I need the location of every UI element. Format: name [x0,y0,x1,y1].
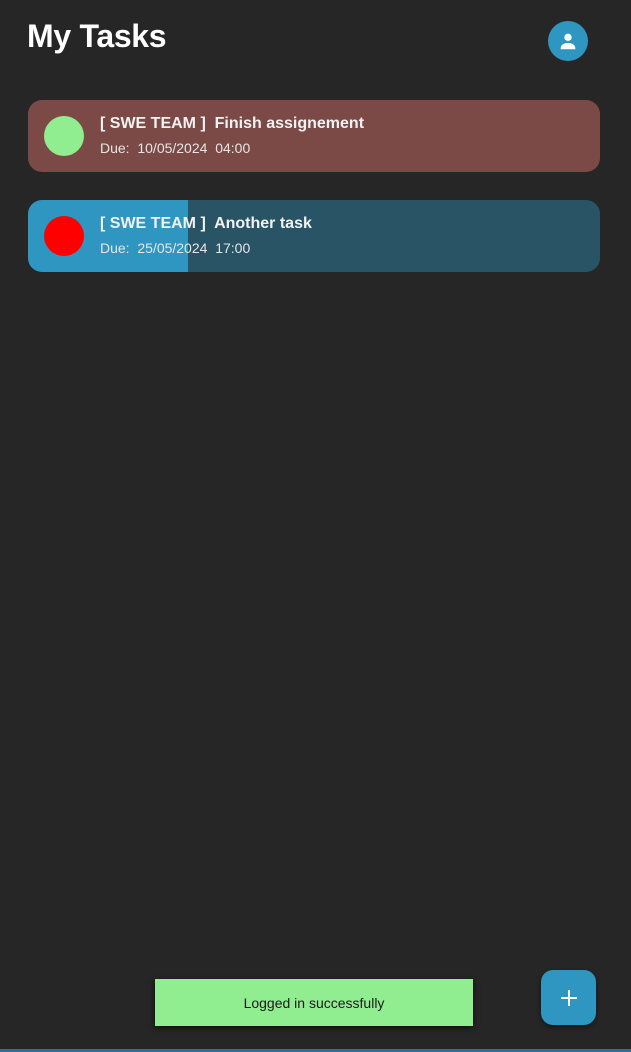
task-card[interactable]: [ SWE TEAM ] Another task Due: 25/05/202… [28,200,600,272]
task-screen: My Tasks [ SWE TEAM ] Finish assignement… [0,0,631,1052]
plus-icon [560,989,577,1006]
add-task-button[interactable] [541,970,596,1025]
task-status-indicator [44,116,84,156]
page-title: My Tasks [27,18,167,54]
toast-notification: Logged in successfully [155,979,473,1026]
task-list: [ SWE TEAM ] Finish assignement Due: 10/… [28,100,600,300]
task-title: [ SWE TEAM ] Finish assignement [100,115,365,132]
task-due-date: Due: 10/05/2024 04:00 [100,140,251,156]
profile-button[interactable] [548,21,588,61]
task-title: [ SWE TEAM ] Another task [100,215,312,232]
task-card[interactable]: [ SWE TEAM ] Finish assignement Due: 10/… [28,100,600,172]
task-status-indicator [44,216,84,256]
person-icon [560,33,576,50]
task-due-date: Due: 25/05/2024 17:00 [100,240,251,256]
toast-message: Logged in successfully [243,994,385,1011]
